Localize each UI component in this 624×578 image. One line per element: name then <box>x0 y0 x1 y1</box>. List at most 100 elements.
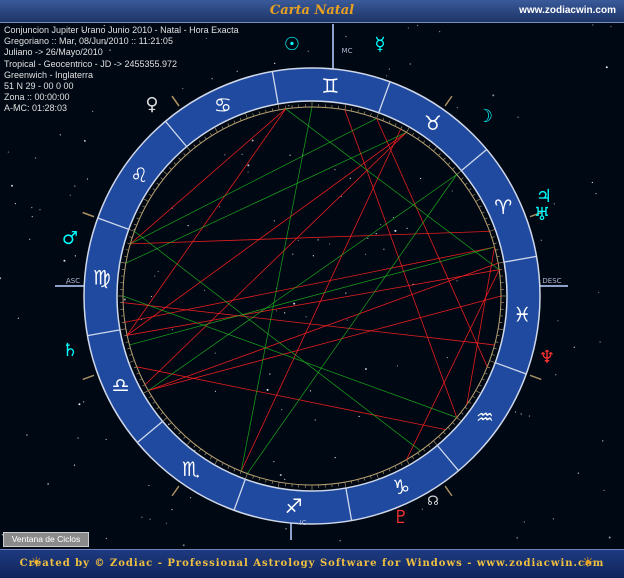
degree-tick <box>495 341 499 343</box>
degree-tick <box>233 120 236 124</box>
degree-tick <box>258 111 261 115</box>
star <box>148 484 150 487</box>
degree-tick <box>452 422 455 425</box>
star <box>171 509 173 511</box>
chart-window: Carta Natal www.zodiacwin.com ♊ ♉ ♈ ♓ ♒ ♑ ♐ ♏ ♎ ♍… <box>0 0 624 578</box>
gemini-sign: ♊ <box>321 74 339 98</box>
degree-tick <box>496 335 500 337</box>
degree-tick <box>388 468 391 472</box>
star <box>273 461 275 463</box>
star <box>552 518 555 520</box>
star <box>224 154 226 156</box>
house-cusp <box>444 95 453 107</box>
pisces-sign: ♓ <box>513 302 531 326</box>
star <box>416 24 419 27</box>
aspect-line <box>240 106 313 472</box>
star <box>528 415 530 417</box>
aries-sign: ♈ <box>494 195 512 219</box>
star <box>17 317 19 319</box>
degree-tick <box>210 133 213 136</box>
degree-tick <box>124 335 128 337</box>
aspect-line <box>127 269 500 336</box>
star <box>421 508 423 510</box>
star <box>241 153 243 155</box>
house-cusp <box>444 485 453 497</box>
degree-tick <box>394 465 397 469</box>
house-cusp <box>529 374 542 381</box>
degree-tick <box>265 479 267 483</box>
footer-bar: ☀ Created by © Zodiac - Professional Ast… <box>0 549 624 578</box>
star <box>59 134 61 136</box>
degree-tick <box>245 113 248 119</box>
star <box>419 177 422 180</box>
degree-tick <box>370 475 372 479</box>
star <box>285 528 287 530</box>
footer-credits: Created by © Zodiac - Professional Astro… <box>19 558 605 569</box>
degree-tick <box>198 140 202 144</box>
degree-tick <box>363 111 366 115</box>
degree-tick <box>183 153 186 156</box>
degree-tick <box>475 390 481 394</box>
star <box>446 357 448 359</box>
pluto-glyph: ♇ <box>393 507 409 528</box>
degree-tick <box>245 473 248 479</box>
degree-tick <box>351 480 353 484</box>
degree-tick <box>478 205 482 208</box>
mars-glyph: ♂ <box>62 228 78 249</box>
star <box>598 291 600 294</box>
star <box>297 239 299 242</box>
degree-tick <box>400 126 403 130</box>
degree-tick <box>139 378 143 381</box>
degree-tick <box>433 440 437 445</box>
star <box>602 440 604 442</box>
degree-tick <box>464 182 468 186</box>
aquarius-sign: ♒ <box>476 405 494 429</box>
degree-tick <box>160 412 164 415</box>
website-url[interactable]: www.zodiacwin.com <box>519 5 616 16</box>
degree-tick <box>210 456 213 459</box>
star <box>328 243 331 245</box>
degree-tick <box>139 211 143 214</box>
neptune-glyph: ♆ <box>539 347 555 368</box>
star <box>591 181 593 184</box>
star <box>14 203 17 205</box>
degree-tick <box>278 104 280 110</box>
star <box>407 27 409 29</box>
star <box>516 537 518 539</box>
degree-tick <box>133 223 137 226</box>
star <box>345 35 347 38</box>
ventana-de-ciclos-button[interactable]: Ventana de Ciclos <box>3 532 89 547</box>
star <box>358 415 360 418</box>
star <box>63 259 66 262</box>
info-line-tropical: Tropical - Geocentrico - JD -> 2455355.9… <box>4 58 178 69</box>
star <box>339 540 341 542</box>
degree-tick <box>481 378 485 381</box>
sagittarius-sign: ♐ <box>285 494 303 518</box>
degree-tick <box>428 144 431 148</box>
aspect-lines <box>122 106 502 474</box>
degree-tick <box>496 255 500 257</box>
star <box>149 518 151 520</box>
degree-tick <box>351 108 353 112</box>
degree-tick <box>428 444 431 448</box>
degree-tick <box>169 422 172 425</box>
degree-tick <box>460 412 464 415</box>
star <box>203 289 206 292</box>
star <box>577 472 579 474</box>
star <box>388 68 390 70</box>
degree-tick <box>438 153 441 156</box>
aspect-line <box>134 231 421 452</box>
uranus-glyph: ♅ <box>534 204 550 225</box>
degree-tick <box>443 431 446 435</box>
star <box>555 374 557 376</box>
degree-tick <box>233 468 236 472</box>
degree-tick <box>406 459 410 465</box>
star <box>317 239 319 241</box>
star <box>334 169 336 171</box>
star <box>523 521 525 523</box>
star <box>293 302 296 305</box>
star <box>557 320 559 322</box>
degree-tick <box>271 480 273 484</box>
star <box>334 457 336 459</box>
aspect-line <box>240 128 402 472</box>
